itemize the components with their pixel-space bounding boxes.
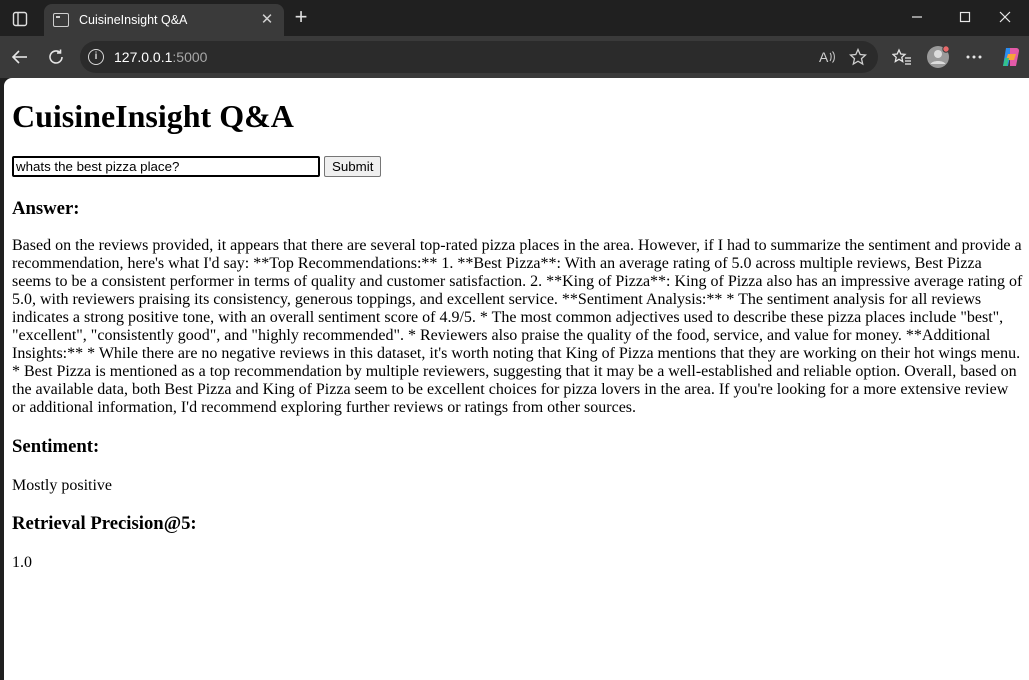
precision-value: 1.0 (12, 554, 32, 571)
favorites-icon[interactable] (889, 44, 915, 70)
info-icon[interactable]: i (88, 49, 104, 65)
title-bar: CuisineInsight Q&A ✕ + (0, 0, 1029, 36)
copilot-icon[interactable] (998, 44, 1024, 70)
more-icon[interactable] (961, 44, 987, 70)
refresh-icon[interactable] (43, 44, 69, 70)
tab-title: CuisineInsight Q&A (79, 13, 188, 27)
tab-actions-icon[interactable] (8, 8, 32, 30)
submit-button[interactable]: Submit (324, 156, 382, 177)
url-host: 127.0.0.1 (114, 49, 173, 65)
answer-text: Based on the reviews provided, it appear… (12, 237, 1023, 416)
sentiment-heading: Sentiment: (12, 436, 100, 457)
close-icon[interactable]: ✕ (258, 11, 276, 29)
page-viewport: CuisineInsight Q&A Submit Answer: Based … (4, 78, 1029, 680)
answer-heading: Answer: (12, 198, 80, 219)
minimize-icon[interactable] (893, 0, 941, 34)
browser-tab[interactable]: CuisineInsight Q&A ✕ (44, 4, 284, 36)
svg-text:A: A (819, 49, 829, 65)
url-text: 127.0.0.1:5000 (114, 49, 207, 65)
question-input[interactable] (12, 156, 320, 177)
url-port: :5000 (172, 49, 208, 65)
window-close-icon[interactable] (981, 0, 1029, 34)
read-aloud-icon[interactable]: A (817, 47, 837, 67)
avatar-icon[interactable] (925, 44, 951, 70)
search-form: Submit (12, 156, 382, 177)
browser-toolbar: i 127.0.0.1:5000 A (0, 36, 1029, 78)
address-bar[interactable]: i 127.0.0.1:5000 A (80, 41, 878, 73)
page-title: CuisineInsight Q&A (12, 98, 294, 134)
plus-icon[interactable]: + (290, 6, 312, 29)
precision-heading: Retrieval Precision@5: (12, 513, 197, 534)
star-icon[interactable] (848, 47, 868, 67)
back-arrow-icon[interactable] (7, 44, 33, 70)
terminal-favicon-icon (53, 13, 69, 27)
sentiment-value: Mostly positive (12, 477, 113, 494)
